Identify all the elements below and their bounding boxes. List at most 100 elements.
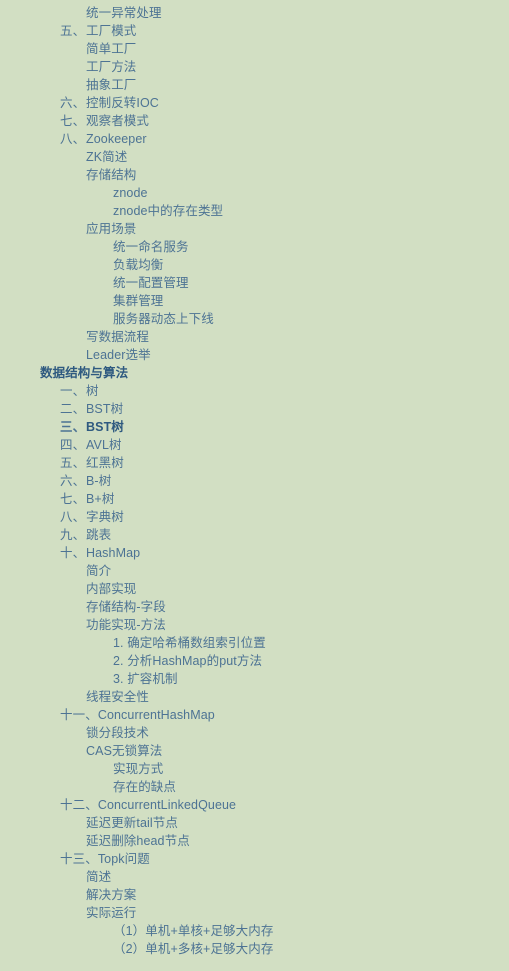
toc-item-label[interactable]: znode中的存在类型 xyxy=(113,202,223,220)
toc-item[interactable]: 线程安全性 xyxy=(0,688,509,706)
toc-item[interactable]: Leader选举 xyxy=(0,346,509,364)
toc-item-label[interactable]: 功能实现-方法 xyxy=(86,616,166,634)
toc-item-label[interactable]: 线程安全性 xyxy=(86,688,149,706)
toc-item-label[interactable]: 服务器动态上下线 xyxy=(113,310,214,328)
toc-item[interactable]: 四、AVL树 xyxy=(0,436,509,454)
toc-item-label[interactable]: 实现方式 xyxy=(113,760,163,778)
toc-item[interactable]: 3. 扩容机制 xyxy=(0,670,509,688)
toc-item[interactable]: 集群管理 xyxy=(0,292,509,310)
toc-item[interactable]: 六、控制反转IOC xyxy=(0,94,509,112)
toc-item-label[interactable]: 存储结构-字段 xyxy=(86,598,166,616)
toc-item[interactable]: 简介 xyxy=(0,562,509,580)
toc-item[interactable]: 应用场景 xyxy=(0,220,509,238)
toc-item-label[interactable]: 抽象工厂 xyxy=(86,76,136,94)
toc-item[interactable]: 六、B-树 xyxy=(0,472,509,490)
toc-item-label[interactable]: HashMap xyxy=(86,544,140,562)
toc-item[interactable]: 工厂方法 xyxy=(0,58,509,76)
toc-item[interactable]: 八、字典树 xyxy=(0,508,509,526)
toc-item-label[interactable]: （2）单机+多核+足够大内存 xyxy=(113,940,273,958)
toc-item[interactable]: CAS无锁算法 xyxy=(0,742,509,760)
toc-item[interactable]: 负载均衡 xyxy=(0,256,509,274)
toc-item-label[interactable]: 应用场景 xyxy=(86,220,136,238)
toc-item-label[interactable]: CAS无锁算法 xyxy=(86,742,162,760)
toc-item-label[interactable]: 简介 xyxy=(86,562,111,580)
toc-item[interactable]: 1. 确定哈希桶数组索引位置 xyxy=(0,634,509,652)
toc-item[interactable]: 十一、ConcurrentHashMap xyxy=(0,706,509,724)
toc-item[interactable]: 存储结构-字段 xyxy=(0,598,509,616)
toc-item[interactable]: 延迟更新tail节点 xyxy=(0,814,509,832)
toc-item-label[interactable]: 存在的缺点 xyxy=(113,778,176,796)
toc-item[interactable]: 五、红黑树 xyxy=(0,454,509,472)
toc-item[interactable]: （1）单机+单核+足够大内存 xyxy=(0,922,509,940)
toc-item-label[interactable]: 字典树 xyxy=(86,508,124,526)
toc-item[interactable]: 简述 xyxy=(0,868,509,886)
toc-item[interactable]: 写数据流程 xyxy=(0,328,509,346)
toc-item[interactable]: 一、树 xyxy=(0,382,509,400)
toc-item-label[interactable]: 解决方案 xyxy=(86,886,136,904)
toc-item-label[interactable]: AVL树 xyxy=(86,436,122,454)
toc-item[interactable]: 统一配置管理 xyxy=(0,274,509,292)
toc-item[interactable]: 十三、Topk问题 xyxy=(0,850,509,868)
toc-item[interactable]: 服务器动态上下线 xyxy=(0,310,509,328)
toc-item-label[interactable]: 实际运行 xyxy=(86,904,136,922)
toc-item[interactable]: 2. 分析HashMap的put方法 xyxy=(0,652,509,670)
toc-item[interactable]: 功能实现-方法 xyxy=(0,616,509,634)
toc-item-label[interactable]: B-树 xyxy=(86,472,111,490)
toc-item-label[interactable]: 锁分段技术 xyxy=(86,724,149,742)
toc-item[interactable]: 抽象工厂 xyxy=(0,76,509,94)
toc-item[interactable]: 二、BST树 xyxy=(0,400,509,418)
toc-item-label[interactable]: ConcurrentLinkedQueue xyxy=(98,796,236,814)
toc-item-label[interactable]: 写数据流程 xyxy=(86,328,149,346)
toc-item-label[interactable]: 存储结构 xyxy=(86,166,136,184)
toc-item-label[interactable]: Leader选举 xyxy=(86,346,151,364)
toc-item[interactable]: 七、观察者模式 xyxy=(0,112,509,130)
toc-item-label[interactable]: 观察者模式 xyxy=(86,112,149,130)
toc-item-label[interactable]: 控制反转IOC xyxy=(86,94,159,112)
toc-item[interactable]: 九、跳表 xyxy=(0,526,509,544)
toc-item-label[interactable]: ConcurrentHashMap xyxy=(98,706,215,724)
toc-item[interactable]: 存储结构 xyxy=(0,166,509,184)
toc-item-label[interactable]: 2. 分析HashMap的put方法 xyxy=(113,652,262,670)
toc-item-label[interactable]: 内部实现 xyxy=(86,580,136,598)
toc-item[interactable]: ZK简述 xyxy=(0,148,509,166)
toc-item-label[interactable]: 工厂方法 xyxy=(86,58,136,76)
toc-item[interactable]: （2）单机+多核+足够大内存 xyxy=(0,940,509,958)
toc-item-label[interactable]: BST树 xyxy=(86,418,124,436)
toc-item-label[interactable]: 简单工厂 xyxy=(86,40,136,58)
toc-item-label[interactable]: 负载均衡 xyxy=(113,256,163,274)
toc-item-label[interactable]: 工厂模式 xyxy=(86,22,136,40)
toc-item-label[interactable]: 树 xyxy=(86,382,99,400)
toc-item[interactable]: 十二、ConcurrentLinkedQueue xyxy=(0,796,509,814)
toc-item[interactable]: 十、HashMap xyxy=(0,544,509,562)
toc-item[interactable]: znode中的存在类型 xyxy=(0,202,509,220)
toc-item[interactable]: 三、BST树 xyxy=(0,418,509,436)
toc-item-label[interactable]: （1）单机+单核+足够大内存 xyxy=(113,922,273,940)
toc-item[interactable]: 八、Zookeeper xyxy=(0,130,509,148)
toc-item[interactable]: 简单工厂 xyxy=(0,40,509,58)
toc-item-label[interactable]: ZK简述 xyxy=(86,148,127,166)
toc-item-label[interactable]: 延迟更新tail节点 xyxy=(86,814,178,832)
toc-item-label[interactable]: 1. 确定哈希桶数组索引位置 xyxy=(113,634,266,652)
toc-item-label[interactable]: BST树 xyxy=(86,400,123,418)
toc-item-label[interactable]: znode xyxy=(113,184,148,202)
toc-item-label[interactable]: 集群管理 xyxy=(113,292,163,310)
toc-item[interactable]: 七、B+树 xyxy=(0,490,509,508)
toc-item-label[interactable]: 简述 xyxy=(86,868,111,886)
toc-item-label[interactable]: 统一配置管理 xyxy=(113,274,189,292)
toc-item[interactable]: 延迟删除head节点 xyxy=(0,832,509,850)
toc-item-label[interactable]: 3. 扩容机制 xyxy=(113,670,178,688)
toc-item-label[interactable]: Zookeeper xyxy=(86,130,147,148)
toc-item-label[interactable]: 跳表 xyxy=(86,526,111,544)
toc-item[interactable]: 统一命名服务 xyxy=(0,238,509,256)
toc-item[interactable]: 统一异常处理 xyxy=(0,4,509,22)
toc-item[interactable]: 锁分段技术 xyxy=(0,724,509,742)
toc-item-label[interactable]: B+树 xyxy=(86,490,114,508)
toc-item-label[interactable]: 统一命名服务 xyxy=(113,238,189,256)
toc-item-label[interactable]: 红黑树 xyxy=(86,454,124,472)
toc-item[interactable]: 五、工厂模式 xyxy=(0,22,509,40)
toc-item-label[interactable]: Topk问题 xyxy=(98,850,150,868)
toc-item-label[interactable]: 延迟删除head节点 xyxy=(86,832,190,850)
toc-item[interactable]: 存在的缺点 xyxy=(0,778,509,796)
toc-item-label[interactable]: 统一异常处理 xyxy=(86,4,162,22)
toc-item[interactable]: 实现方式 xyxy=(0,760,509,778)
